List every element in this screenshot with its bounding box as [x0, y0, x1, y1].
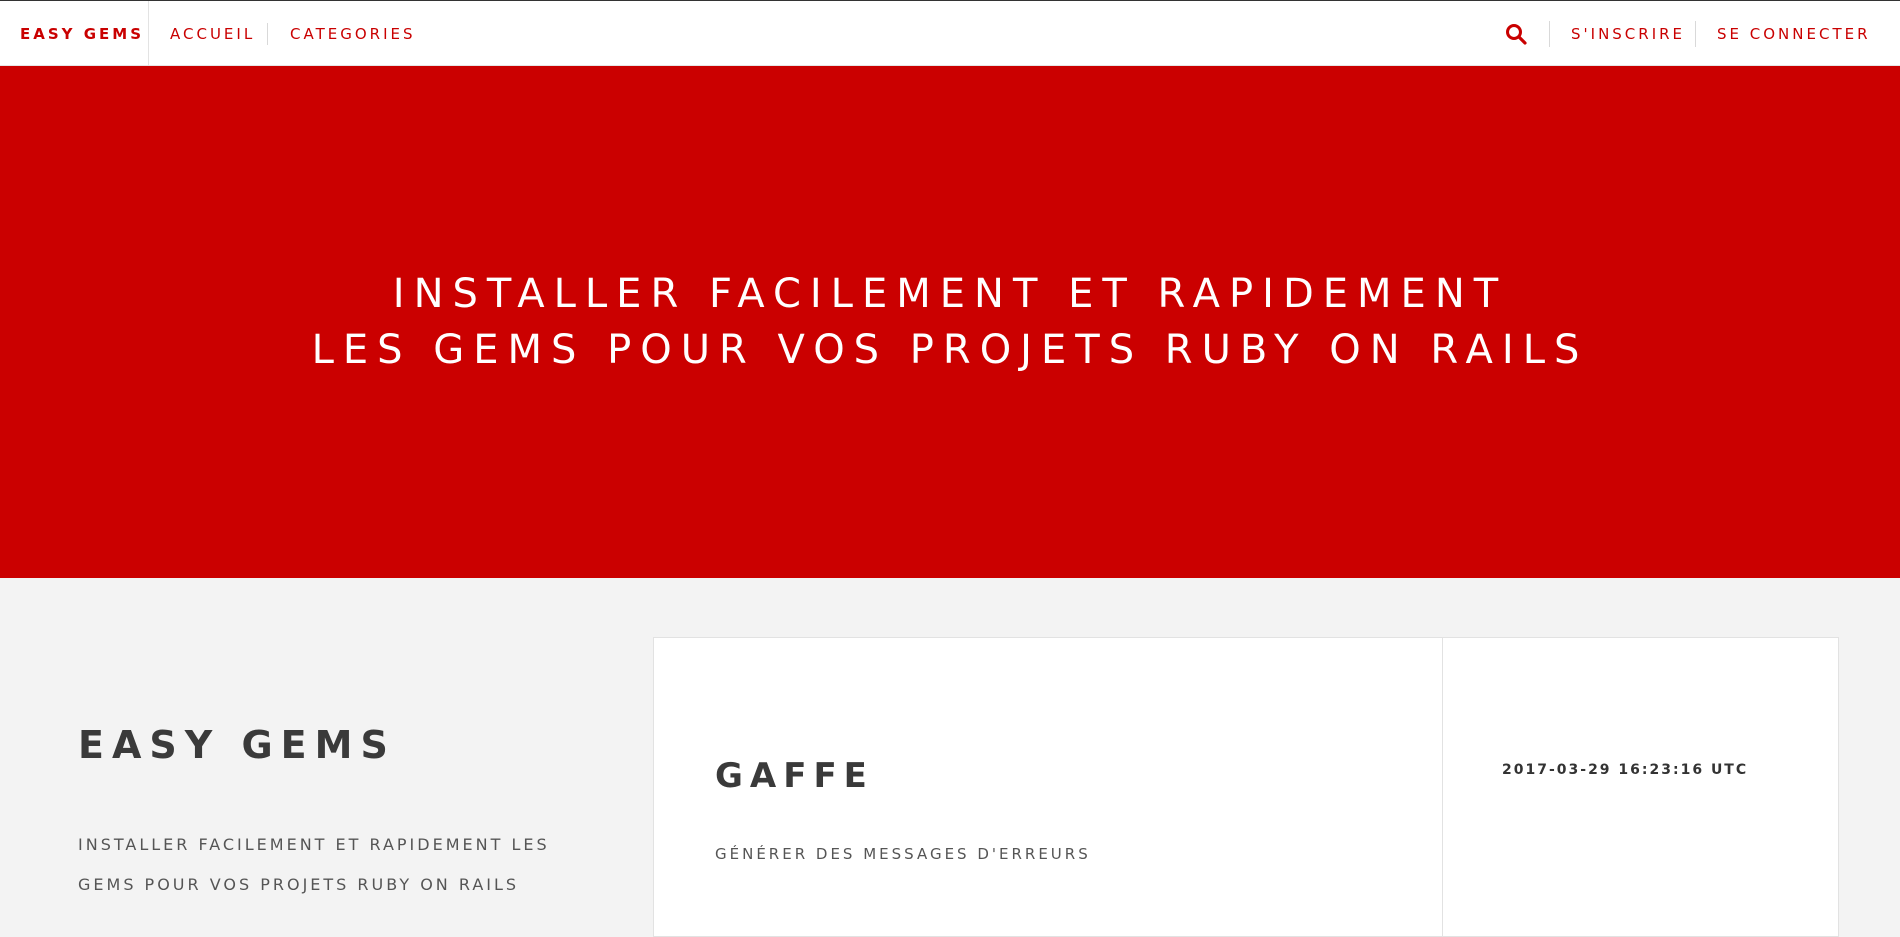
hero-title-line-2: LES GEMS POUR VOS PROJETS RUBY ON RAILS: [311, 327, 1589, 373]
nav-divider: [1695, 21, 1696, 47]
nav-link-accueil[interactable]: ACCUEIL: [170, 1, 255, 66]
gem-date: 2017-03-29 16:23:16 UTC: [1502, 762, 1749, 778]
gem-card[interactable]: GAFFE GÉNÉRER DES MESSAGES D'ERREURS 201…: [653, 637, 1839, 937]
login-link[interactable]: SE CONNECTER: [1717, 1, 1871, 66]
nav-divider: [148, 1, 149, 66]
nav-link-categories[interactable]: CATEGORIES: [290, 1, 416, 66]
brand-link[interactable]: EASY GEMS: [20, 1, 144, 66]
search-icon[interactable]: [1505, 23, 1527, 45]
top-navbar: EASY GEMS ACCUEIL CATEGORIES S'INSCRIRE …: [0, 0, 1900, 66]
sidebar-description: INSTALLER FACILEMENT ET RAPIDEMENT LES G…: [78, 835, 550, 894]
hero-title-line-1: INSTALLER FACILEMENT ET RAPIDEMENT: [392, 271, 1508, 317]
nav-divider: [1549, 21, 1550, 47]
gem-name[interactable]: GAFFE: [715, 756, 874, 796]
nav-divider: [267, 23, 268, 45]
hero-title: INSTALLER FACILEMENT ET RAPIDEMENT LES G…: [312, 266, 1589, 378]
gem-description: GÉNÉRER DES MESSAGES D'ERREURS: [715, 845, 1091, 863]
card-divider: [1442, 638, 1443, 936]
signup-link[interactable]: S'INSCRIRE: [1571, 1, 1685, 66]
sidebar-title: EASY GEMS: [78, 723, 396, 767]
hero-banner: INSTALLER FACILEMENT ET RAPIDEMENT LES G…: [0, 66, 1900, 578]
